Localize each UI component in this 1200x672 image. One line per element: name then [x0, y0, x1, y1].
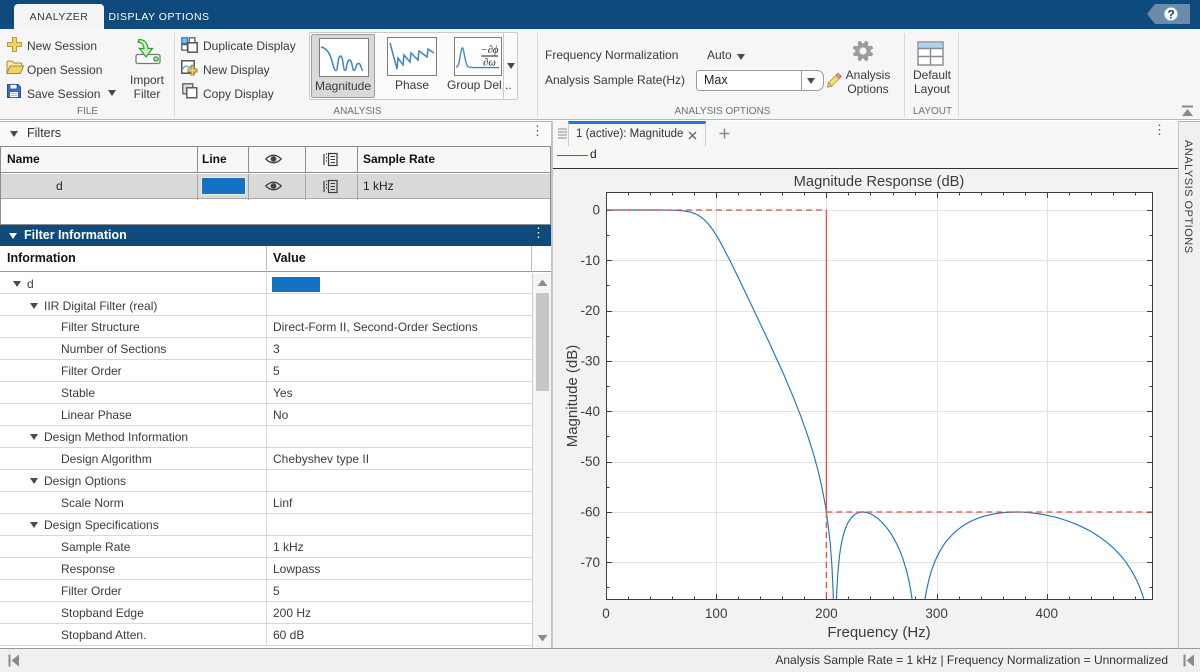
svg-text:?: ?	[1167, 7, 1174, 21]
svg-text:0: 0	[592, 203, 600, 218]
svg-text:-60: -60	[580, 505, 600, 520]
svg-text:-20: -20	[580, 303, 600, 318]
svg-text:100: 100	[705, 606, 728, 621]
svg-text:-10: -10	[580, 253, 600, 268]
svg-text:-40: -40	[580, 404, 600, 419]
svg-text:-50: -50	[580, 454, 600, 469]
svg-text:-30: -30	[580, 354, 600, 369]
svg-text:200: 200	[815, 606, 838, 621]
svg-text:400: 400	[1036, 606, 1059, 621]
svg-text:Magnitude (dB): Magnitude (dB)	[564, 345, 581, 448]
svg-text:∂ω: ∂ω	[483, 58, 496, 69]
svg-text:−∂ϕ: −∂ϕ	[481, 45, 499, 56]
svg-text:Frequency (Hz): Frequency (Hz)	[827, 624, 930, 641]
svg-text:300: 300	[925, 606, 948, 621]
svg-text:-70: -70	[580, 555, 600, 570]
svg-text:0: 0	[602, 606, 610, 621]
svg-text:Magnitude Response (dB): Magnitude Response (dB)	[794, 174, 965, 190]
